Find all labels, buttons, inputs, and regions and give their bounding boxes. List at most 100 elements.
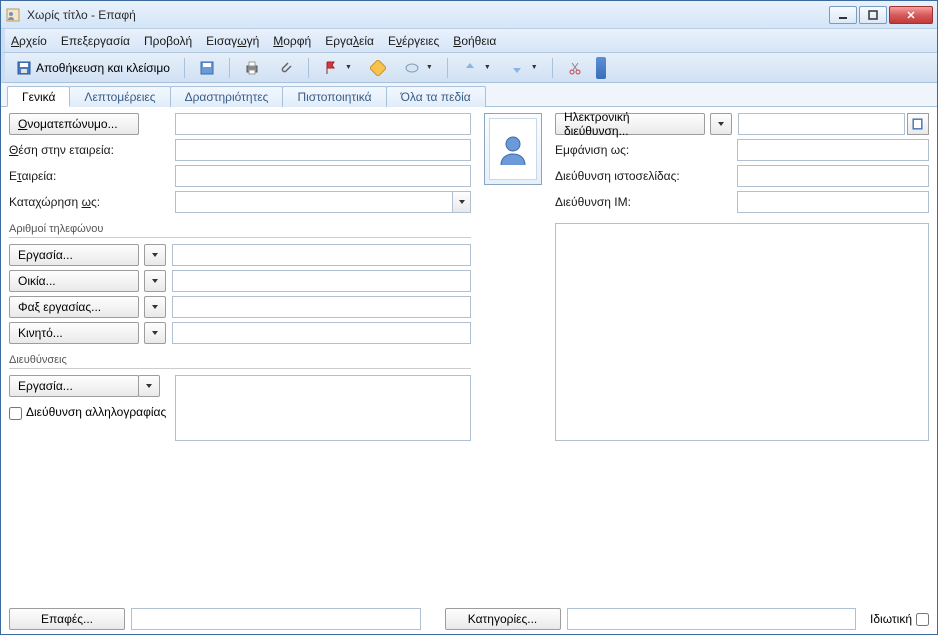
fileas-combo[interactable] [175,191,471,213]
phone-work-dd[interactable] [144,244,166,266]
person-icon [489,118,537,180]
phones-group-title: Αριθμοί τηλεφώνου [9,223,471,238]
tab-allfields[interactable]: Όλα τα πεδία [386,86,486,107]
notes-textarea[interactable] [555,223,929,441]
notes-area [555,223,929,441]
mailing-address-label: Διεύθυνση αλληλογραφίας [26,405,166,419]
phone-home-dd[interactable] [144,270,166,292]
up-button[interactable]: ▼ [455,57,498,79]
menu-help[interactable]: Βοήθεια [453,34,496,48]
phone-home-input[interactable] [172,270,471,292]
fullname-button[interactable]: Ονοματεπώνυμο... [9,113,139,135]
email-button[interactable]: Ηλεκτρονική διεύθυνση... [555,113,705,135]
im-label: Διεύθυνση IM: [555,195,731,209]
phone-work-button[interactable]: Εργασία... [9,244,139,266]
toolbar-separator [229,58,230,78]
right-column: Ηλεκτρονική διεύθυνση... Εμφάνιση ως: Δι… [555,113,929,441]
contact-photo-button[interactable] [484,113,542,185]
tab-content: Ονοματεπώνυμο... Θέση στην εταιρεία: Ετα… [1,107,937,634]
im-input[interactable] [737,191,929,213]
private-label: Ιδιωτική [870,612,912,626]
mailing-address-checkbox[interactable] [9,407,22,420]
categories-field[interactable] [567,608,857,630]
web-input[interactable] [737,165,929,187]
web-label: Διεύθυνση ιστοσελίδας: [555,169,731,183]
categories-button[interactable]: Κατηγορίες... [445,608,561,630]
phone-fax-input[interactable] [172,296,471,318]
address-type-button[interactable]: Εργασία... [9,375,139,397]
menu-format[interactable]: Μορφή [273,34,311,48]
email-dd[interactable] [710,113,732,135]
phone-fax-dd[interactable] [144,296,166,318]
address-textarea[interactable] [175,375,471,441]
tab-details[interactable]: Λεπτομέρειες [69,86,170,107]
displayas-input[interactable] [737,139,929,161]
attach-button[interactable] [271,57,301,79]
fileas-label: Καταχώρηση ως: [9,193,100,211]
toolbar-separator [552,58,553,78]
menu-view[interactable]: Προβολή [144,34,192,48]
private-checkbox-row[interactable]: Ιδιωτική [870,612,929,626]
private-checkbox[interactable] [916,613,929,626]
window-title: Χωρίς τίτλο - Επαφή [27,8,829,22]
chevron-down-icon: ▼ [426,64,433,71]
maximize-button[interactable] [859,6,887,24]
tab-strip: Γενικά Λεπτομέρειες Δραστηριότητες Πιστο… [1,83,937,107]
toolbar-separator [308,58,309,78]
menu-edit[interactable]: Επεξεργασία [61,34,130,48]
cut-button[interactable] [560,57,590,79]
chevron-down-icon: ▼ [484,64,491,71]
displayas-label: Εμφάνιση ως: [555,143,731,157]
phone-work-input[interactable] [172,244,471,266]
titlebar: Χωρίς τίτλο - Επαφή [1,1,937,29]
addresses-group: Διευθύνσεις Εργασία... Διεύθυνση αλληλογ… [9,354,471,441]
left-column: Ονοματεπώνυμο... Θέση στην εταιρεία: Ετα… [9,113,471,441]
assign-button[interactable] [363,57,393,79]
minimize-button[interactable] [829,6,857,24]
toolbar-overflow[interactable] [596,57,606,79]
footer-bar: Επαφές... Κατηγορίες... Ιδιωτική [9,604,929,630]
save-button[interactable] [192,57,222,79]
tab-certs[interactable]: Πιστοποιητικά [282,86,386,107]
flag-button[interactable]: ▼ [316,57,359,79]
fileas-input[interactable] [176,192,452,212]
contacts-field[interactable] [131,608,421,630]
company-label: Εταιρεία: [9,167,56,185]
save-close-button[interactable]: Αποθήκευση και κλείσιμο [9,57,177,79]
phones-group: Αριθμοί τηλεφώνου Εργασία... Οικία... [9,223,471,344]
toolbar: Αποθήκευση και κλείσιμο ▼ ▼ ▼ ▼ [1,53,937,83]
fullname-input[interactable] [175,113,471,135]
tab-general[interactable]: Γενικά [7,86,70,107]
save-icon [16,60,32,76]
address-type-dd[interactable] [138,375,160,397]
print-button[interactable] [237,57,267,79]
toolbar-separator [447,58,448,78]
app-icon [5,7,21,23]
tab-activities[interactable]: Δραστηριότητες [170,86,284,107]
close-button[interactable] [889,6,933,24]
addressbook-button[interactable] [907,113,929,135]
down-button[interactable]: ▼ [502,57,545,79]
mailing-address-checkbox-row[interactable]: Διεύθυνση αλληλογραφίας [9,405,169,420]
phone-mobile-button[interactable]: Κινητό... [9,322,139,344]
contacts-button[interactable]: Επαφές... [9,608,125,630]
phone-mobile-dd[interactable] [144,322,166,344]
menu-file[interactable]: Αρχείο [11,34,47,48]
phone-fax-button[interactable]: Φαξ εργασίας... [9,296,139,318]
phone-mobile-input[interactable] [172,322,471,344]
contact-window: Χωρίς τίτλο - Επαφή Αρχείο Επεξεργασία Π… [0,0,938,635]
toolbar-separator [184,58,185,78]
chevron-down-icon[interactable] [452,192,470,212]
photo-column [483,113,543,441]
email-input[interactable] [738,113,905,135]
position-input[interactable] [175,139,471,161]
menu-actions[interactable]: Ενέργειες [388,34,439,48]
window-controls [829,6,933,24]
menu-tools[interactable]: Εργαλεία [325,34,374,48]
phone-home-button[interactable]: Οικία... [9,270,139,292]
company-input[interactable] [175,165,471,187]
menu-insert[interactable]: Εισαγωγή [206,34,259,48]
form-zone: Ονοματεπώνυμο... Θέση στην εταιρεία: Ετα… [9,113,929,441]
attachments-button[interactable]: ▼ [397,57,440,79]
book-icon [911,117,925,131]
